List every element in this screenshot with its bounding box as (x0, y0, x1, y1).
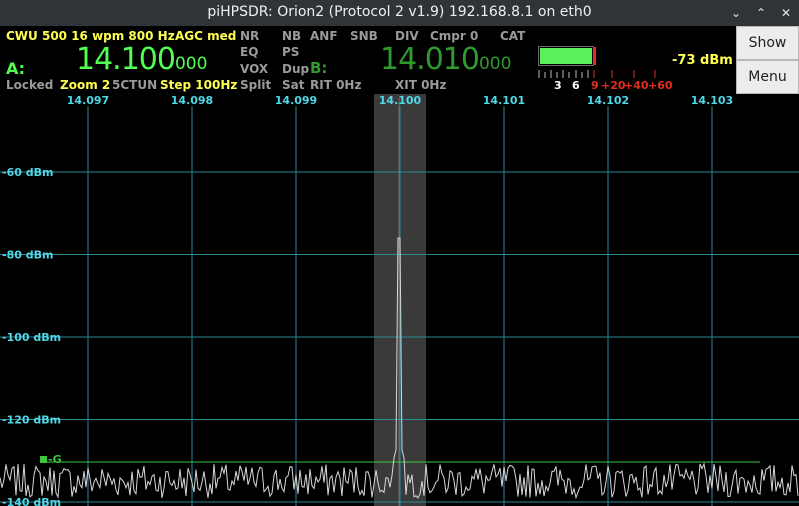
s-meter-scale-6: 6 (572, 79, 580, 92)
vfo-a-freq-main: 14.100 (76, 42, 176, 77)
agc-gain-label: -G (48, 453, 62, 466)
s-meter-bar (540, 48, 592, 64)
cmpr-flag[interactable]: Cmpr 0 (430, 29, 478, 43)
dbm-label: -140 dBm (2, 496, 61, 506)
vfo-bar[interactable]: CWU 500 16 wpm 800 Hz AGC med A: 14.1000… (0, 26, 736, 94)
s-meter-readout: -73 dBm (672, 53, 733, 68)
dbm-label: -100 dBm (2, 331, 61, 344)
eq-flag[interactable]: EQ (240, 45, 258, 59)
window-title: piHPSDR: Orion2 (Protocol 2 v1.9) 192.16… (207, 4, 592, 20)
split-flag[interactable]: Split (240, 78, 271, 92)
title-bar: piHPSDR: Orion2 (Protocol 2 v1.9) 192.16… (0, 0, 799, 26)
s-meter-scale-3: 3 (554, 79, 562, 92)
locked-label[interactable]: Locked (6, 78, 53, 92)
freq-tick-label: 14.097 (67, 94, 109, 107)
s-meter[interactable]: 3 6 9 +20 +40 +60 -73 dBm (538, 46, 736, 94)
step-label[interactable]: Step 100Hz (160, 78, 237, 92)
show-button[interactable]: Show (736, 26, 799, 60)
cat-flag[interactable]: CAT (500, 29, 525, 43)
sat-flag[interactable]: Sat (282, 78, 304, 92)
minimize-button[interactable]: ⌄ (726, 3, 746, 23)
vox-flag[interactable]: VOX (240, 62, 268, 76)
anf-flag[interactable]: ANF (310, 29, 338, 43)
div-flag[interactable]: DIV (395, 29, 419, 43)
panadapter-display[interactable]: 14.097 14.098 14.099 14.100 14.101 14.102 14.1… (0, 94, 799, 506)
panadapter[interactable]: 14.097 14.098 14.099 14.100 14.101 14.102 14.1… (0, 94, 799, 506)
freq-tick-label: 14.101 (483, 94, 525, 107)
maximize-button[interactable]: ⌃ (751, 3, 771, 23)
dbm-label: -60 dBm (2, 166, 53, 179)
vfo-a-freq-sub: 000 (174, 54, 208, 74)
snb-flag[interactable]: SNB (350, 29, 378, 43)
dbm-label: -120 dBm (2, 414, 61, 427)
s-meter-peak (593, 47, 596, 65)
zoom-label[interactable]: Zoom 2 (60, 78, 110, 92)
mode-label[interactable]: CWU 500 16 wpm 800 Hz (6, 29, 175, 43)
freq-tick-label: 14.103 (691, 94, 733, 107)
menu-button[interactable]: Menu (736, 60, 799, 94)
s-meter-frame (538, 46, 596, 66)
agc-label[interactable]: AGC med (175, 29, 236, 43)
close-button[interactable]: ✕ (776, 3, 796, 23)
freq-tick-label: 14.100 (379, 94, 422, 107)
ctun-label[interactable]: 5CTUN (112, 78, 157, 92)
nr-flag[interactable]: NR (240, 29, 259, 43)
vfo-b-frequency[interactable]: 14.010000 (380, 42, 511, 77)
agc-gain-handle[interactable] (40, 456, 47, 463)
s-meter-scale-plus20: +20 (601, 79, 626, 92)
freq-tick-label: 14.099 (275, 94, 317, 107)
ps-flag[interactable]: PS (282, 45, 299, 59)
rit-flag[interactable]: RIT 0Hz (310, 78, 361, 92)
vfo-b-label: B: (310, 59, 328, 77)
dup-flag[interactable]: Dup (282, 62, 309, 76)
freq-tick-label: 14.102 (587, 94, 629, 107)
s-meter-scale-9: 9 (591, 79, 599, 92)
nb-flag[interactable]: NB (282, 29, 301, 43)
freq-tick-label: 14.098 (171, 94, 213, 107)
s-meter-scale-plus40: +40 (624, 79, 649, 92)
vfo-a-label: A: (6, 59, 26, 78)
dbm-label: -80 dBm (2, 249, 53, 262)
vfo-a-frequency[interactable]: 14.100000 (76, 42, 207, 77)
vfo-b-freq-sub: 000 (478, 54, 512, 74)
xit-flag[interactable]: XIT 0Hz (395, 78, 446, 92)
vfo-b-freq-main: 14.010 (380, 42, 480, 77)
s-meter-scale-plus60: +60 (648, 79, 673, 92)
